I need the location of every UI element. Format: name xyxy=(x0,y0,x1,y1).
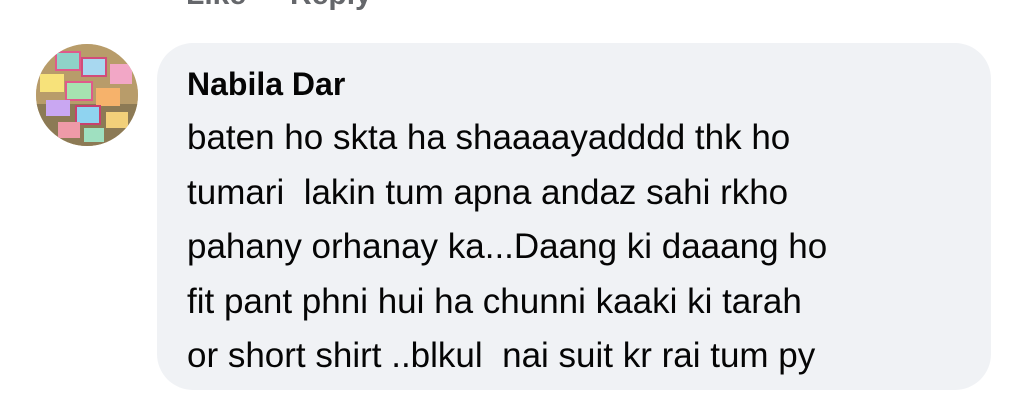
comment-thread: Like Reply Nabila Dar baten ho skta ha s… xyxy=(0,0,1024,407)
comment-line: or short shirt ..blkul nai suit kr rai t… xyxy=(187,336,816,375)
comment-line: pahany orhanay ka...Daang ki daaang ho xyxy=(187,227,828,266)
reply-link[interactable]: Reply xyxy=(290,0,372,11)
previous-comment-actions: Like Reply xyxy=(186,0,372,11)
comment-text: baten ho skta ha shaaaayadddd thk ho tum… xyxy=(187,111,961,384)
avatar-image xyxy=(36,44,138,146)
comment-line: baten ho skta ha shaaaayadddd thk ho xyxy=(187,118,791,157)
comment-line: tumari lakin tum apna andaz sahi rkho xyxy=(187,172,789,212)
like-link[interactable]: Like xyxy=(186,0,246,11)
avatar[interactable] xyxy=(36,44,138,146)
comment-author-name[interactable]: Nabila Dar xyxy=(187,63,961,105)
comment-line: fit pant phni hui ha chunni kaaki ki tar… xyxy=(187,281,802,321)
comment-bubble: Nabila Dar baten ho skta ha shaaaayadddd… xyxy=(157,43,991,390)
